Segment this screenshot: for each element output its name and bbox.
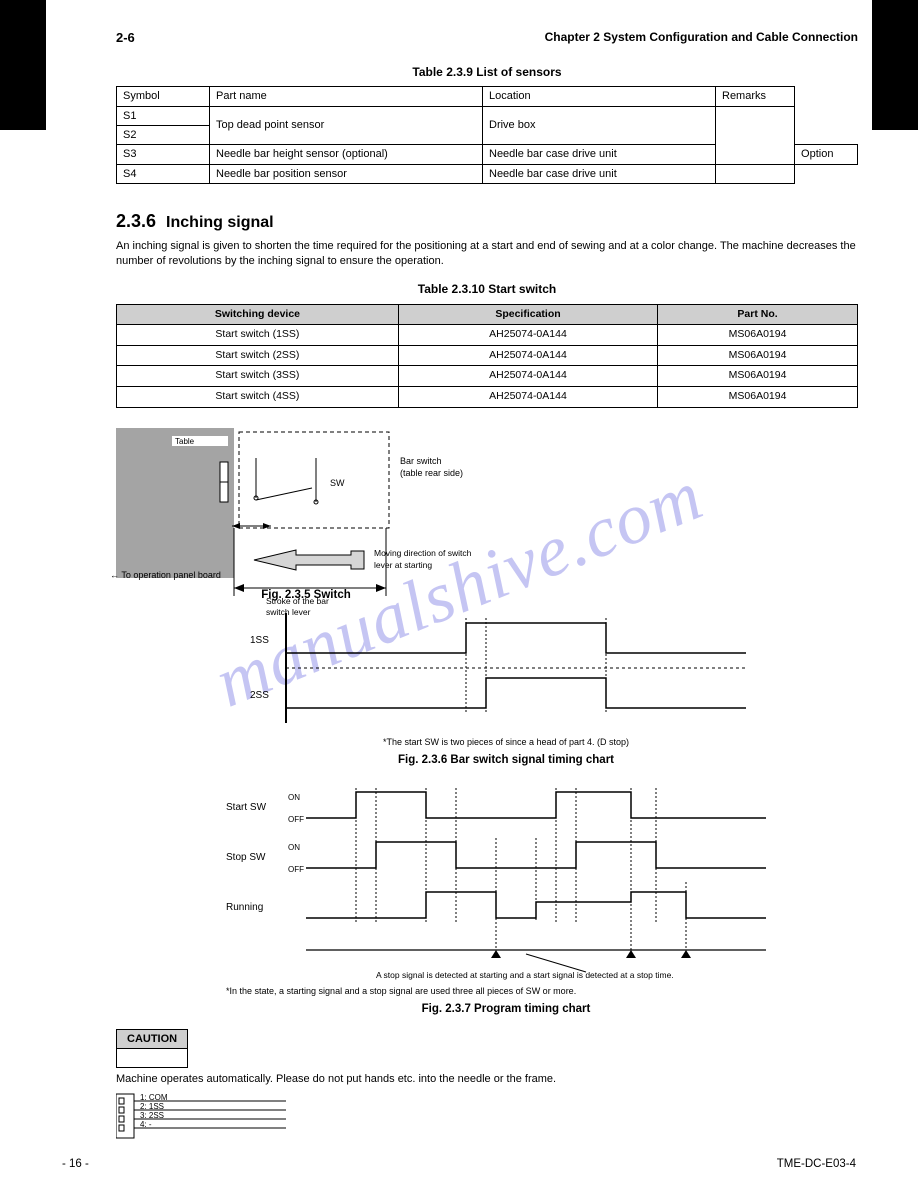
label: ON [288,793,300,802]
left-margin-tab [0,0,46,130]
footer-page: - 16 - [62,1157,89,1172]
label: (table rear side) [400,468,463,478]
label: A stop signal is detected at starting an… [376,970,674,980]
cell: Option [795,145,858,164]
cell: S1 [117,106,210,125]
sensor-table-caption: Table 2.3.9 List of sensors [116,65,858,81]
header-cell: Specification [398,304,657,325]
section-title: Inching signal [166,213,274,234]
cell: Needle bar height sensor (optional) [210,145,483,164]
cell: Start switch (3SS) [117,366,399,387]
table-row: Start switch (3SS)AH25074-0A144MS06A0194 [117,366,858,387]
inching-chart-caption: Fig. 2.3.6 Bar switch signal timing char… [246,753,766,768]
svg-text:1: COM: 1: COM [140,1093,168,1102]
cell: Location [483,87,716,106]
cell: AH25074-0A144 [398,366,657,387]
prog-chart-note: *In the state, a starting signal and a s… [226,986,786,998]
label: Stop SW [226,852,266,863]
table-row: S1 Top dead point sensor Drive box [117,106,858,125]
label: OFF [288,815,304,824]
table-row: Start switch (1SS)AH25074-0A144MS06A0194 [117,325,858,346]
svg-text:4: -: 4: - [140,1120,152,1129]
cell: Top dead point sensor [210,106,483,145]
footer-doc-id: TME-DC-E03-4 [777,1157,856,1172]
caution-head: CAUTION [117,1029,188,1048]
section-paragraph: An inching signal is given to shorten th… [116,239,858,268]
cell: MS06A0194 [658,325,858,346]
table-row: Symbol Part name Location Remarks [117,87,858,106]
label: 1SS [250,635,269,646]
caution-text: Machine operates automatically. Please d… [116,1072,858,1086]
cell: AH25074-0A144 [398,387,657,408]
caution-box: CAUTION [116,1029,188,1069]
table-row: Switching device Specification Part No. [117,304,858,325]
label: Running [226,902,263,913]
cell: Start switch (2SS) [117,345,399,366]
label: Table [175,437,195,446]
label: Moving direction of switch [374,548,472,558]
inching-chart-note: *The start SW is two pieces of since a h… [246,737,766,749]
sensor-table: Symbol Part name Location Remarks S1 Top… [116,86,858,183]
inching-timing-chart: 1SS 2SS [246,613,766,733]
label: ON [288,843,300,852]
table-row: Start switch (2SS)AH25074-0A144MS06A0194 [117,345,858,366]
cell: Needle bar case drive unit [483,164,716,183]
right-margin-tab [872,0,918,130]
cell: Drive box [483,106,716,145]
caution-body [117,1048,188,1067]
cell [716,164,795,183]
cell [716,106,795,164]
io-table: Switching device Specification Part No. … [116,304,858,408]
table-row: S4 Needle bar position sensor Needle bar… [117,164,858,183]
header-cell: Switching device [117,304,399,325]
jack-diagram: 1: COM 2: 1SS 3: 2SS 4: - [116,1092,858,1146]
cell: MS06A0194 [658,387,858,408]
table-row: Start switch (4SS)AH25074-0A144MS06A0194 [117,387,858,408]
label: 2SS [250,690,269,701]
label: SW [330,478,345,488]
cell: AH25074-0A144 [398,325,657,346]
prog-chart-caption: Fig. 2.3.7 Program timing chart [226,1002,786,1017]
header-section: 2-6 [116,30,135,47]
svg-text:2: 1SS: 2: 1SS [140,1102,164,1111]
cell: Remarks [716,87,795,106]
label: lever at starting [374,560,432,570]
cell: S2 [117,126,210,145]
label: Start SW [226,802,267,813]
to-panel-label: ← To operation panel board [110,570,222,582]
label: OFF [288,865,304,874]
program-timing-chart: Start SW ON OFF Stop SW ON OFF Running [226,782,786,982]
cell: Start switch (4SS) [117,387,399,408]
cell: Start switch (1SS) [117,325,399,346]
io-table-caption: Table 2.3.10 Start switch [116,282,858,298]
header-cell: Part No. [658,304,858,325]
cell: Part name [210,87,483,106]
label: Bar switch [400,456,442,466]
cell: Needle bar position sensor [210,164,483,183]
cell: Symbol [117,87,210,106]
cell: S4 [117,164,210,183]
cell: Needle bar case drive unit [483,145,716,164]
cell: MS06A0194 [658,366,858,387]
cell: S3 [117,145,210,164]
cell: MS06A0194 [658,345,858,366]
svg-text:3: 2SS: 3: 2SS [140,1111,164,1120]
cell: AH25074-0A144 [398,345,657,366]
header-chapter: Chapter 2 System Configuration and Cable… [545,30,858,47]
section-number: 2.3.6 [116,210,156,233]
